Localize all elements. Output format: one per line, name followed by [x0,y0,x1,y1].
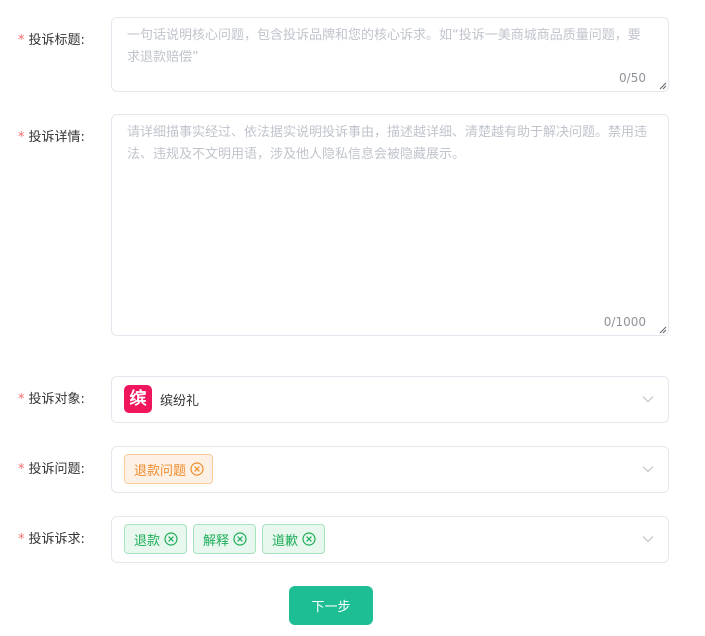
required-mark: * [18,462,25,477]
demand-tag-refund: 退款 [124,524,188,554]
complaint-detail-counter: 0/1000 [603,315,646,329]
close-circle-icon[interactable] [164,532,178,546]
required-mark: * [18,33,25,48]
issue-tag-list: 退款问题 [124,454,214,484]
complaint-demand-select[interactable]: 退款 解释 道歉 [111,516,669,563]
complaint-detail-label-text: 投诉详情: [28,130,85,145]
close-circle-icon[interactable] [190,462,204,476]
complaint-issue-select[interactable]: 退款问题 [111,446,669,493]
chevron-down-icon[interactable] [642,395,654,403]
complaint-title-counter: 0/50 [619,71,646,85]
complaint-target-label: * 投诉对象: [18,388,85,407]
complaint-detail-placeholder: 请详细描事实经过、依法据实说明投诉事由，描述越详细、清楚越有助于解决问题。禁用违… [127,125,648,162]
chevron-down-icon[interactable] [642,535,654,543]
required-mark: * [18,130,25,145]
demand-tag-label: 道歉 [272,533,299,549]
required-mark: * [18,532,25,547]
complaint-issue-label-text: 投诉问题: [28,462,85,477]
complaint-title-textarea[interactable]: 一句话说明核心问题，包含投诉品牌和您的核心诉求。如“投诉一美商城商品质量问题，要… [111,17,669,92]
demand-tag-label: 解释 [203,533,230,549]
close-circle-icon[interactable] [302,532,316,546]
issue-tag-label: 退款问题 [134,463,187,479]
demand-tag-apology: 道歉 [262,524,326,554]
complaint-title-placeholder: 一句话说明核心问题，包含投诉品牌和您的核心诉求。如“投诉一美商城商品质量问题，要… [127,28,641,65]
demand-tag-label: 退款 [134,533,161,549]
complaint-title-label-text: 投诉标题: [28,33,85,48]
demand-tag-list: 退款 解释 道歉 [124,524,326,554]
brand-name: 缤纷礼 [160,394,200,409]
complaint-title-label: * 投诉标题: [18,29,85,48]
complaint-detail-textarea[interactable]: 请详细描事实经过、依法据实说明投诉事由，描述越详细、清楚越有助于解决问题。禁用违… [111,114,669,336]
chevron-down-icon[interactable] [642,465,654,473]
resize-handle-icon[interactable] [659,82,667,90]
complaint-issue-label: * 投诉问题: [18,458,85,477]
brand-logo: 缤 [124,385,152,413]
next-step-button[interactable]: 下一步 [289,586,373,625]
issue-tag: 退款问题 [124,454,214,484]
close-circle-icon[interactable] [233,532,247,546]
complaint-target-select[interactable]: 缤 缤纷礼 [111,376,669,423]
complaint-target-label-text: 投诉对象: [28,392,85,407]
resize-handle-icon[interactable] [659,326,667,334]
complaint-demand-label: * 投诉诉求: [18,528,85,547]
demand-tag-explain: 解释 [193,524,257,554]
required-mark: * [18,392,25,407]
complaint-demand-label-text: 投诉诉求: [28,532,85,547]
complaint-detail-label: * 投诉详情: [18,126,85,145]
